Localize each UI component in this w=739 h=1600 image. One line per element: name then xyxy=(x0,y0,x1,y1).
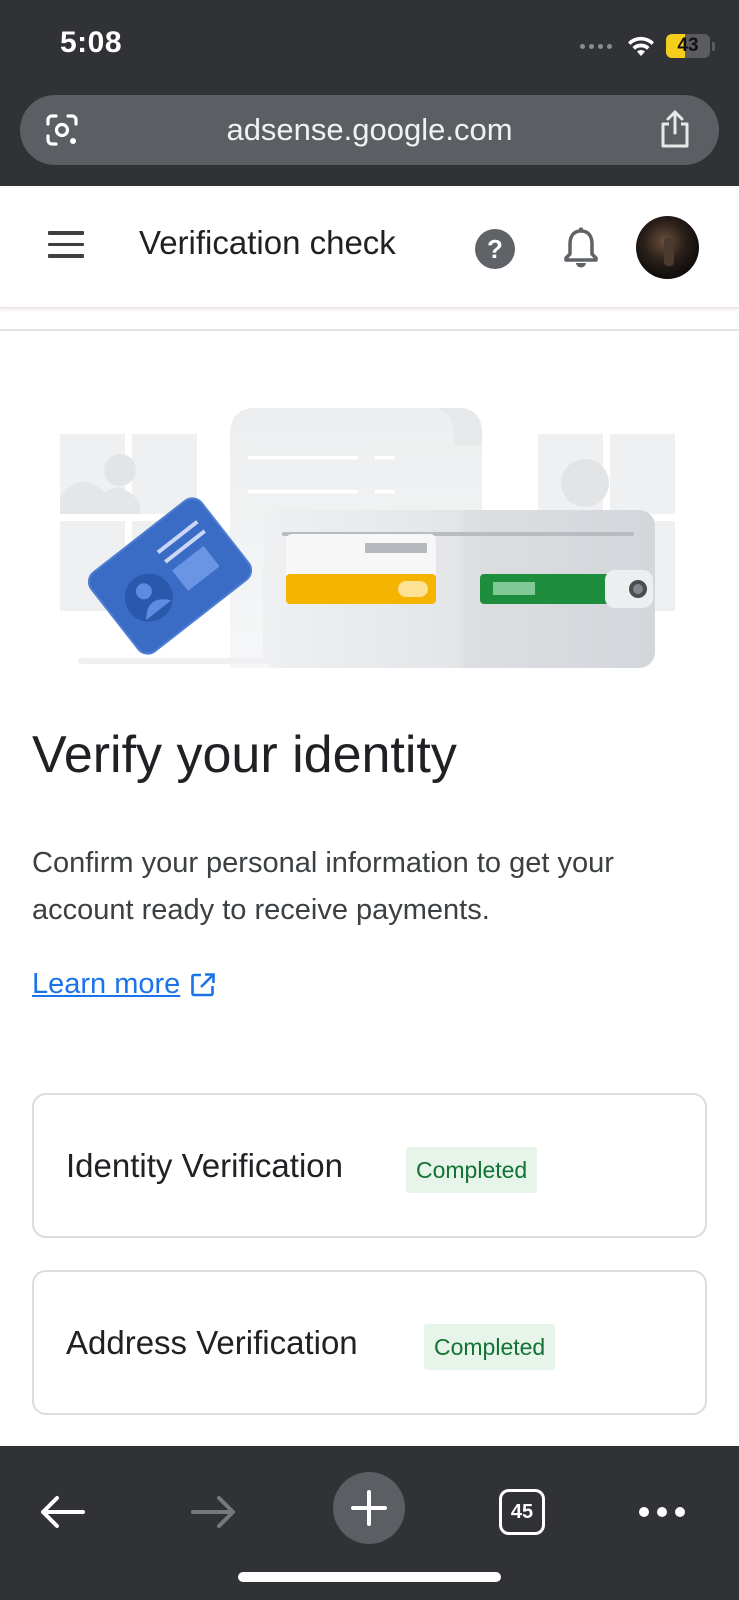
hamburger-menu-icon[interactable] xyxy=(48,231,86,261)
url-text[interactable]: adsense.google.com xyxy=(20,95,719,165)
back-button[interactable] xyxy=(32,1482,92,1542)
divider xyxy=(0,329,739,331)
battery-tip xyxy=(712,41,715,51)
more-menu-button[interactable] xyxy=(632,1482,692,1542)
share-icon[interactable] xyxy=(657,109,693,149)
learn-more-link[interactable]: Learn more xyxy=(32,968,216,1001)
wifi-icon xyxy=(628,36,654,56)
card-title: Address Verification xyxy=(66,1324,358,1361)
more-horizontal-icon xyxy=(639,1507,685,1517)
svg-text:?: ? xyxy=(487,234,503,264)
tab-count: 45 xyxy=(499,1489,545,1535)
status-time: 5:08 xyxy=(60,26,123,59)
browser-top-bar: 5:08 43 adsense.google.com xyxy=(0,0,739,186)
screen: 5:08 43 adsense.google.com Verification … xyxy=(0,0,739,1600)
address-verification-card[interactable]: Address Verification Completed xyxy=(32,1270,707,1415)
battery-icon: 43 xyxy=(666,34,710,58)
bell-icon[interactable] xyxy=(561,226,601,270)
app-header: Verification check ? xyxy=(0,186,739,308)
new-tab-button[interactable] xyxy=(333,1472,405,1544)
forward-button[interactable] xyxy=(184,1482,244,1542)
avatar[interactable] xyxy=(636,216,699,279)
headline: Verify your identity xyxy=(32,726,457,784)
tab-switcher-button[interactable]: 45 xyxy=(492,1482,552,1542)
battery-percentage: 43 xyxy=(677,35,699,56)
learn-more-label[interactable]: Learn more xyxy=(32,968,180,1001)
status-badge: Completed xyxy=(424,1324,556,1370)
external-link-icon[interactable] xyxy=(190,972,216,998)
card-title: Identity Verification xyxy=(66,1147,343,1184)
address-bar[interactable]: adsense.google.com xyxy=(20,95,719,165)
status-badge: Completed xyxy=(406,1147,538,1193)
description: Confirm your personal information to get… xyxy=(32,847,614,926)
help-circle-icon[interactable]: ? xyxy=(474,228,516,270)
plus-icon xyxy=(351,1490,387,1526)
cellular-signal-icon xyxy=(580,43,612,49)
identity-verification-card[interactable]: Identity Verification Completed xyxy=(32,1093,707,1238)
arrow-left-icon xyxy=(41,1496,85,1528)
identity-wallet-illustration xyxy=(60,408,675,668)
arrow-right-icon xyxy=(191,1496,235,1528)
home-indicator xyxy=(238,1572,501,1582)
status-indicators: 43 xyxy=(580,30,715,62)
page-title: Verification check xyxy=(139,224,396,261)
